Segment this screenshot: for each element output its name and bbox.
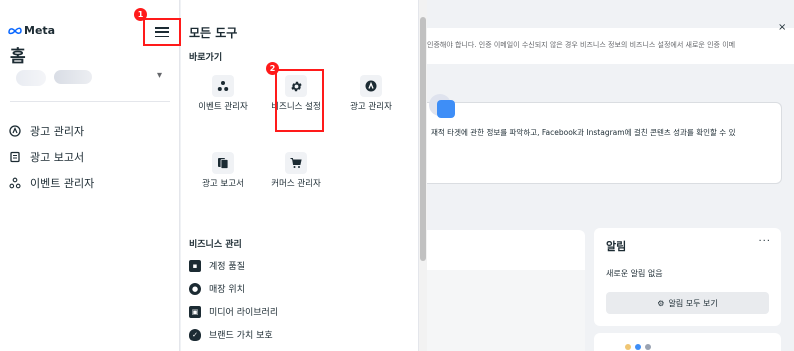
shield-icon: ▪ [189,259,201,272]
main-content: 인증해야 합니다. 인증 이메일이 수신되지 않은 경우 비즈니스 정보의 비즈… [427,0,794,351]
shortcut-label: 광고 보고서 [202,179,244,189]
sidebar: Meta 홈 ▾ 광고 관리자 광고 보고서 이벤트 관리자 [0,0,180,351]
bottom-card [594,333,781,351]
step-1-badge: 1 [134,8,147,21]
account-name-redacted [54,70,92,84]
info-card: 재적 타겟에 관한 정보를 파악하고, Facebook과 Instagram에… [427,102,782,184]
ads-report-icon [212,152,234,174]
shortcut-ads-report[interactable]: 광고 보고서 [194,152,252,190]
close-icon[interactable]: × [778,22,786,33]
account-avatar [16,70,46,86]
more-options-icon[interactable]: ··· [758,236,771,247]
cart-icon [285,152,307,174]
ads-manager-icon [8,124,22,138]
business-item-label: 매장 위치 [209,285,245,295]
tools-panel-title: 모든 도구 [189,26,238,40]
shortcut-label: 광고 관리자 [350,102,392,112]
bottom-illustration [625,344,651,350]
shortcut-label: 이벤트 관리자 [198,102,248,112]
business-management-list: ▪ 계정 품질 ● 매장 위치 ▣ 미디어 라이브러리 ✓ 브랜드 가치 보호 [189,254,278,346]
scrollbar-thumb[interactable] [420,17,426,261]
info-card-text: 재적 타겟에 관한 정보를 파악하고, Facebook과 Instagram에… [431,128,736,137]
meta-logo[interactable]: Meta [8,24,55,37]
promo-illustration [427,270,585,351]
ads-manager-icon [360,75,382,97]
events-manager-icon [8,176,22,190]
illustration-figure [437,100,455,118]
view-all-alerts-button[interactable]: ⚙ 알림 모두 보기 [606,292,769,314]
shortcuts-section-label: 바로가기 [189,53,223,63]
all-tools-panel: 모든 도구 바로가기 이벤트 관리자 비즈니스 설정 광고 관리자 광고 보고서 [181,0,419,351]
all-tools-menu-button[interactable] [143,18,181,46]
business-item-store-locations[interactable]: ● 매장 위치 [189,277,278,300]
step-2-badge: 2 [266,62,279,75]
sidebar-item-label: 광고 보고서 [30,151,85,164]
shortcut-ads-manager[interactable]: 광고 관리자 [342,75,400,113]
gear-icon: ⚙ [657,298,665,308]
business-item-label: 브랜드 가치 보호 [209,331,273,341]
shortcut-commerce-manager[interactable]: 커머스 관리자 [267,152,325,190]
page: 인증해야 합니다. 인증 이메일이 수신되지 않은 경우 비즈니스 정보의 비즈… [0,0,794,351]
sidebar-item-events-manager[interactable]: 이벤트 관리자 [8,170,94,196]
sidebar-item-ads-report[interactable]: 광고 보고서 [8,144,94,170]
alerts-card: 알림 ··· 새로운 알림 없음 ⚙ 알림 모두 보기 [594,228,781,326]
account-selector[interactable]: ▾ [10,62,170,102]
business-settings-highlight [275,69,324,132]
media-icon: ▣ [189,305,201,318]
notice-text: 인증해야 합니다. 인증 이메일이 수신되지 않은 경우 비즈니스 정보의 비즈… [427,41,736,49]
shield-check-icon: ✓ [189,328,201,341]
business-item-label: 계정 품질 [209,262,245,272]
shortcut-label: 커머스 관리자 [271,179,321,189]
alerts-empty-text: 새로운 알림 없음 [606,269,663,278]
meta-logo-text: Meta [24,24,56,37]
shortcut-events-manager[interactable]: 이벤트 관리자 [194,75,252,113]
business-management-section-label: 비즈니스 관리 [189,240,242,250]
business-item-account-quality[interactable]: ▪ 계정 품질 [189,254,278,277]
chevron-down-icon: ▾ [156,70,162,81]
meta-logo-icon [8,27,22,35]
hamburger-icon [155,27,169,37]
alerts-title: 알림 [606,240,627,253]
location-icon: ● [189,282,201,295]
business-item-label: 미디어 라이브러리 [209,308,279,318]
business-item-media-library[interactable]: ▣ 미디어 라이브러리 [189,300,278,323]
business-item-brand-protection[interactable]: ✓ 브랜드 가치 보호 [189,323,278,346]
events-manager-icon [212,75,234,97]
promo-card [427,230,585,351]
tools-panel-scrollbar[interactable] [419,0,427,351]
notice-banner: 인증해야 합니다. 인증 이메일이 수신되지 않은 경우 비즈니스 정보의 비즈… [427,28,794,64]
sidebar-nav: 광고 관리자 광고 보고서 이벤트 관리자 [8,118,94,196]
sidebar-item-label: 광고 관리자 [30,125,85,138]
sidebar-item-label: 이벤트 관리자 [30,177,95,190]
ads-report-icon [8,150,22,164]
sidebar-item-ads-manager[interactable]: 광고 관리자 [8,118,94,144]
view-all-alerts-label: 알림 모두 보기 [668,298,718,308]
